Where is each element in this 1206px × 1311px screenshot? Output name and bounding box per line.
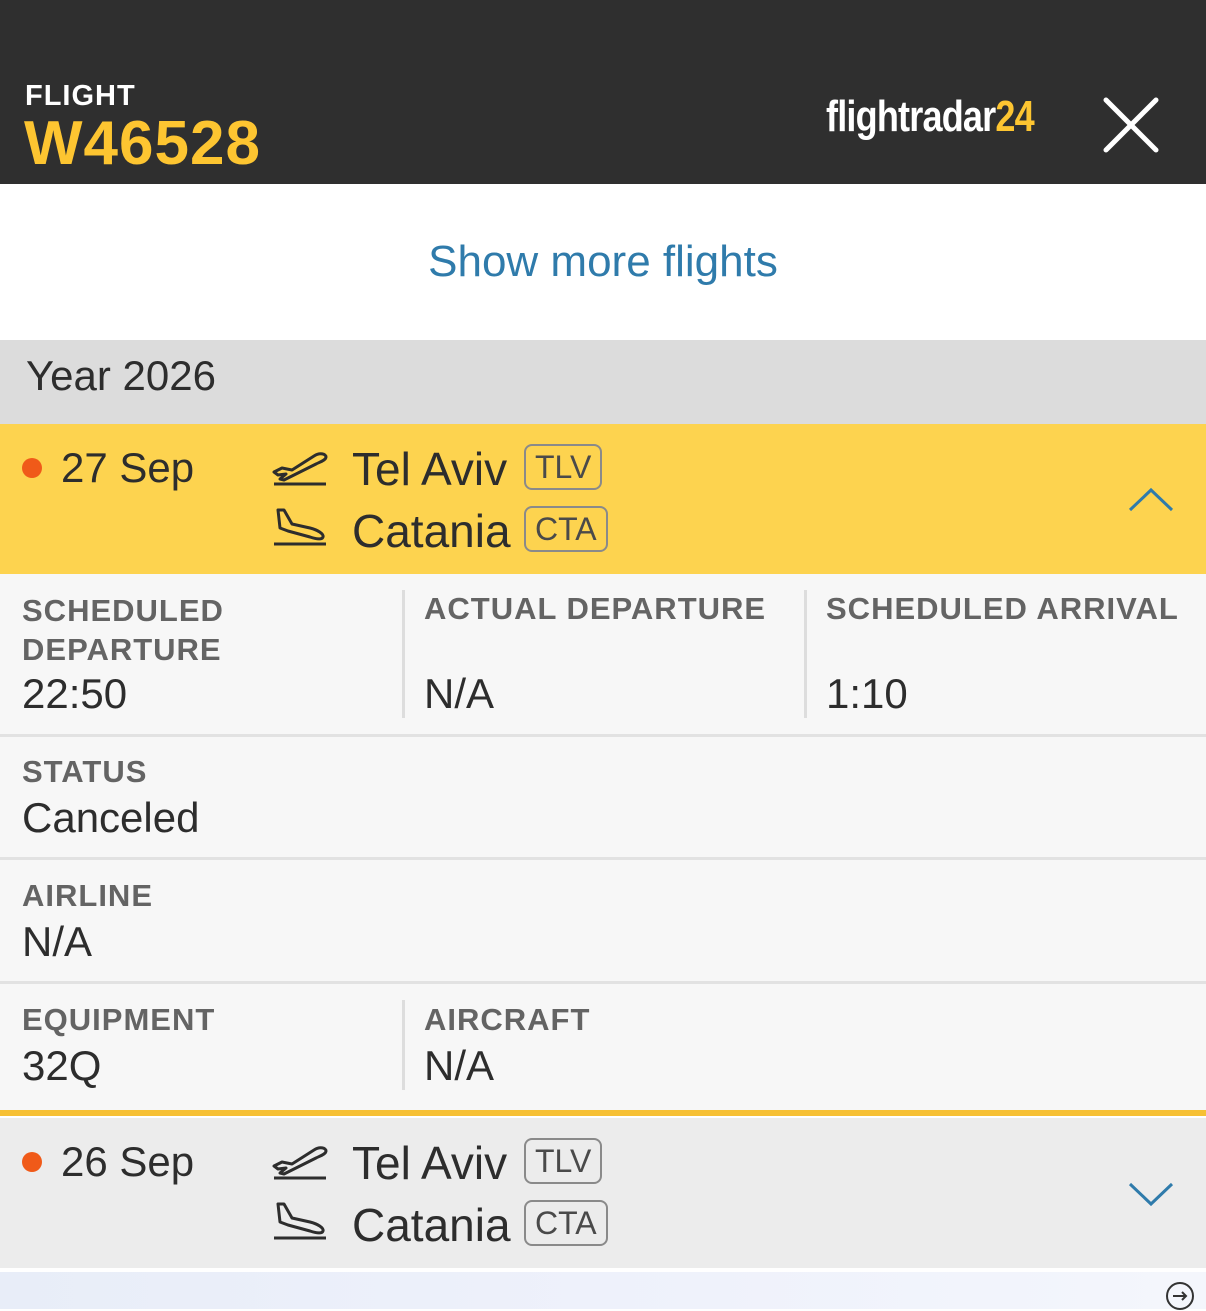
flight-date: 26 Sep	[61, 1138, 195, 1185]
label-line: DEPARTURE	[22, 632, 222, 667]
row-divider	[0, 734, 1206, 737]
year-section-header: Year 2026	[0, 340, 1206, 424]
origin-city: Tel Aviv	[352, 1137, 508, 1189]
flight-number: W46528	[24, 109, 261, 178]
flight-row-27-sep[interactable]: 27 Sep Tel Aviv TLV Catania CTA	[0, 424, 1206, 574]
takeoff-icon	[272, 1146, 328, 1180]
logo-number: 24	[995, 92, 1034, 141]
logo-text: flightradar	[826, 92, 996, 141]
destination-city: Catania	[352, 505, 511, 557]
scheduled-arrival-value: 1:10	[826, 670, 908, 717]
chevron-down-icon[interactable]	[1126, 1178, 1176, 1208]
origin-code-badge: TLV	[524, 444, 603, 490]
flight-row-26-sep[interactable]: 26 Sep Tel Aviv TLV Catania CTA	[0, 1118, 1206, 1268]
show-more-flights-area: Show more flights	[0, 184, 1206, 340]
airline-label: AIRLINE	[22, 878, 153, 913]
equipment-label: EQUIPMENT	[22, 1002, 216, 1037]
scheduled-departure-value: 22:50	[22, 670, 128, 717]
flight-details-panel: SCHEDULED DEPARTURE 22:50 ACTUAL DEPARTUR…	[0, 574, 1206, 1110]
actual-departure-value: N/A	[424, 670, 495, 717]
header-bar: FLIGHT W46528 flightradar24	[0, 0, 1206, 184]
column-divider	[402, 1000, 405, 1090]
status-dot-icon	[22, 458, 42, 478]
status-dot-icon	[22, 1152, 42, 1172]
flight-date: 27 Sep	[61, 444, 195, 491]
landing-icon	[274, 508, 326, 546]
ad-banner-strip[interactable]	[0, 1272, 1206, 1309]
equipment-value: 32Q	[22, 1042, 102, 1089]
year-label: Year 2026	[26, 352, 216, 399]
origin-city: Tel Aviv	[352, 443, 508, 495]
label-line: SCHEDULED	[22, 593, 224, 628]
row-divider	[0, 857, 1206, 860]
column-divider	[402, 590, 405, 718]
column-divider	[804, 590, 807, 718]
scheduled-departure-label: SCHEDULED DEPARTURE	[22, 591, 224, 669]
destination-city: Catania	[352, 1199, 511, 1251]
aircraft-value: N/A	[424, 1042, 495, 1089]
aircraft-label: AIRCRAFT	[424, 1002, 591, 1037]
status-label: STATUS	[22, 754, 148, 789]
takeoff-icon	[272, 452, 328, 486]
destination-code-badge: CTA	[524, 1200, 608, 1246]
actual-departure-label: ACTUAL DEPARTURE	[424, 591, 767, 626]
close-button[interactable]	[1098, 92, 1164, 158]
chevron-up-icon[interactable]	[1126, 484, 1176, 514]
show-more-flights-link[interactable]: Show more flights	[428, 237, 778, 287]
scheduled-arrival-label: SCHEDULED ARRIVAL	[826, 591, 1179, 626]
arrow-right-circle-icon[interactable]	[1165, 1281, 1195, 1311]
landing-icon	[274, 1202, 326, 1240]
airline-value: N/A	[22, 918, 93, 965]
destination-code-badge: CTA	[524, 506, 608, 552]
flightradar24-logo: flightradar24	[826, 92, 1035, 142]
expanded-row-bottom-border	[0, 1110, 1206, 1116]
origin-code-badge: TLV	[524, 1138, 603, 1184]
status-value: Canceled	[22, 794, 200, 841]
row-divider	[0, 981, 1206, 984]
close-icon	[1103, 97, 1159, 153]
